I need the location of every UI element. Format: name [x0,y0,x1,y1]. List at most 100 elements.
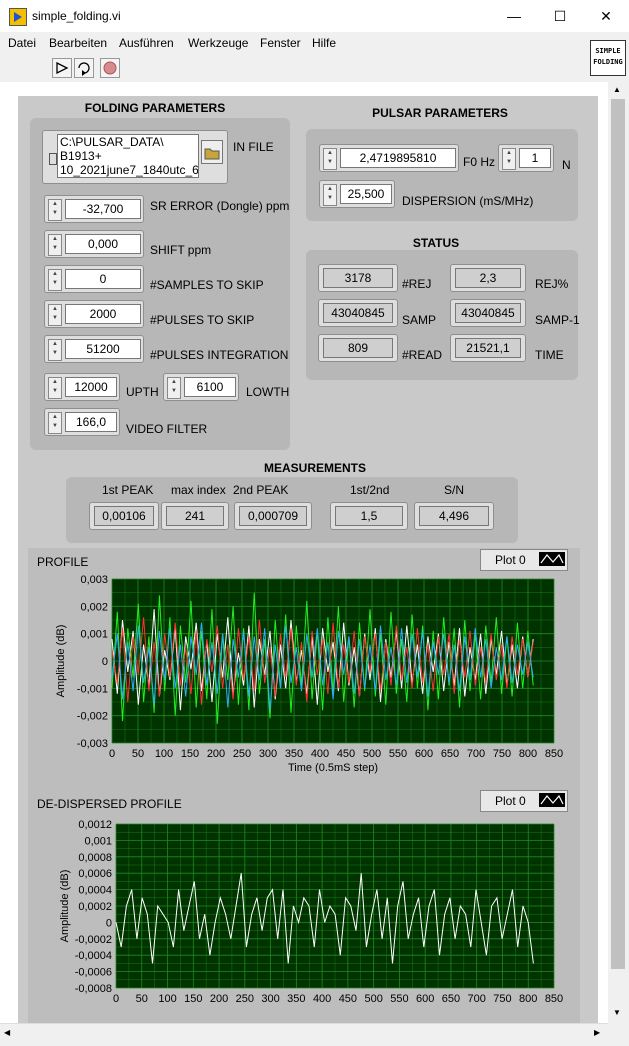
path-line-1: C:\PULSAR_DATA\ [60,135,164,149]
samples-skip-control[interactable]: ▲ ▼ 0 [44,265,144,293]
video-filter-spinner[interactable]: ▲ ▼ [48,412,62,434]
x-tick-label: 350 [285,748,303,760]
menu-datei[interactable]: Datei [8,36,36,50]
shift-control[interactable]: ▲ ▼ 0,000 [44,230,144,258]
x-tick-label: 50 [136,993,148,1005]
pulses-skip-control[interactable]: ▲ ▼ 2000 [44,300,144,328]
upth-spinner[interactable]: ▲ ▼ [48,377,62,399]
time-value: 21521,1 [455,338,521,358]
pulses-integration-control[interactable]: ▲ ▼ 51200 [44,335,144,363]
samples-skip-spinner[interactable]: ▲ ▼ [48,269,62,291]
pulses-integration-field[interactable]: 51200 [65,339,141,359]
y-tick-label: 0,002 [80,601,108,613]
lowth-spinner[interactable]: ▲ ▼ [167,377,181,399]
scroll-right-icon[interactable]: ▶ [594,1028,600,1037]
x-tick-label: 400 [313,993,331,1005]
shift-field[interactable]: 0,000 [65,234,141,254]
n-spinner[interactable]: ▲ ▼ [502,148,516,170]
horizontal-scrollbar[interactable]: ◀ ▶ [0,1023,608,1046]
n-field[interactable]: 1 [519,148,551,168]
rejpct-indicator: 2,3 [450,264,526,292]
upth-control[interactable]: ▲ ▼ 12000 [44,373,120,401]
vertical-scroll-thumb[interactable] [611,99,625,969]
pulses-integration-spinner[interactable]: ▲ ▼ [48,339,62,361]
minimize-button[interactable]: — [491,0,537,32]
x-tick-label: 300 [259,748,277,760]
samp-indicator: 43040845 [318,299,398,327]
video-filter-control[interactable]: ▲ ▼ 166,0 [44,408,120,436]
x-tick-label: 100 [158,993,176,1005]
x-tick-label: 150 [184,993,202,1005]
n-control[interactable]: ▲ ▼ 1 [498,144,554,172]
time-indicator: 21521,1 [450,334,526,362]
rej-value: 3178 [323,268,393,288]
window-title: simple_folding.vi [32,9,121,23]
samp-label: SAMP [402,313,437,327]
x-tick-label: 0 [109,748,115,760]
front-panel: FOLDING PARAMETERS C:\PULSAR_DATA\ B1913… [0,82,608,1023]
menu-werkzeuge[interactable]: Werkzeuge [188,36,248,50]
in-file-path-field[interactable]: C:\PULSAR_DATA\ B1913+ 10_2021june7_1840… [57,134,199,178]
pulses-skip-field[interactable]: 2000 [65,304,141,324]
y-tick-label: -0,0002 [75,934,112,946]
lowth-field[interactable]: 6100 [184,377,236,397]
f0-field[interactable]: 2,4719895810 [340,148,456,168]
menu-hilfe[interactable]: Hilfe [312,36,336,50]
scroll-up-icon[interactable]: ▲ [613,85,621,94]
samp1-value: 43040845 [455,303,521,323]
x-tick-label: 450 [339,993,357,1005]
dispersion-control[interactable]: ▲ ▼ 25,500 [319,180,395,208]
read-value: 809 [323,338,393,358]
f0-control[interactable]: ▲ ▼ 2,4719895810 [319,144,459,172]
x-tick-label: 50 [132,748,144,760]
shift-spinner[interactable]: ▲ ▼ [48,234,62,256]
scroll-down-icon[interactable]: ▼ [613,1008,621,1017]
run-continuously-icon[interactable] [74,58,94,78]
x-tick-label: 300 [261,993,279,1005]
dispersion-spinner[interactable]: ▲ ▼ [323,184,337,206]
dedispersed-plot-legend[interactable]: Plot 0 [480,790,568,812]
upth-field[interactable]: 12000 [65,377,117,397]
max-index-value: 241 [166,506,224,526]
x-tick-label: 500 [363,748,381,760]
run-arrow-icon[interactable] [52,58,72,78]
scroll-left-icon[interactable]: ◀ [4,1028,10,1037]
y-tick-label: -0,0004 [75,950,112,962]
video-filter-field[interactable]: 166,0 [65,412,117,432]
maximize-button[interactable]: ☐ [537,0,583,32]
x-tick-label: 0 [113,993,119,1005]
browse-folder-icon[interactable] [201,140,223,164]
samples-skip-field[interactable]: 0 [65,269,141,289]
plot-style-icon [539,793,565,807]
menu-fenster[interactable]: Fenster [260,36,301,50]
rej-label: #REJ [402,277,432,291]
f0-spinner[interactable]: ▲ ▼ [323,148,337,170]
y-tick-label: 0,0006 [78,868,112,880]
x-tick-label: 200 [207,748,225,760]
profile-chart: 0 50 100 150 200 250 300 350 400 450 500 550 600 650 7… [55,574,563,774]
lowth-control[interactable]: ▲ ▼ 6100 [163,373,239,401]
abort-stop-icon[interactable] [100,58,120,78]
x-tick-label: 450 [337,748,355,760]
x-tick-label: 750 [493,748,511,760]
sr-error-control[interactable]: ▲ ▼ -32,700 [44,195,144,223]
y-tick-label: 0 [102,656,108,668]
dispersion-field[interactable]: 25,500 [340,184,392,204]
x-tick-label: 100 [155,748,173,760]
sr-error-field[interactable]: -32,700 [65,199,141,219]
video-filter-label: VIDEO FILTER [126,422,208,436]
pulses-skip-spinner[interactable]: ▲ ▼ [48,304,62,326]
y-tick-label: 0,0008 [78,852,112,864]
sr-error-label: SR ERROR (Dongle) ppm [150,199,290,213]
sn-label: S/N [444,483,465,497]
x-tick-label: 700 [468,993,486,1005]
menu-bearbeiten[interactable]: Bearbeiten [49,36,107,50]
sr-error-spinner[interactable]: ▲ ▼ [48,199,62,221]
samples-skip-label: #SAMPLES TO SKIP [150,278,264,292]
profile-plot-legend-label: Plot 0 [495,553,526,567]
close-button[interactable]: ✕ [583,0,629,32]
max-index-indicator: 241 [161,502,229,530]
y-tick-label: 0,0012 [78,819,112,831]
menu-ausfuehren[interactable]: Ausführen [119,36,174,50]
read-label: #READ [402,348,443,362]
